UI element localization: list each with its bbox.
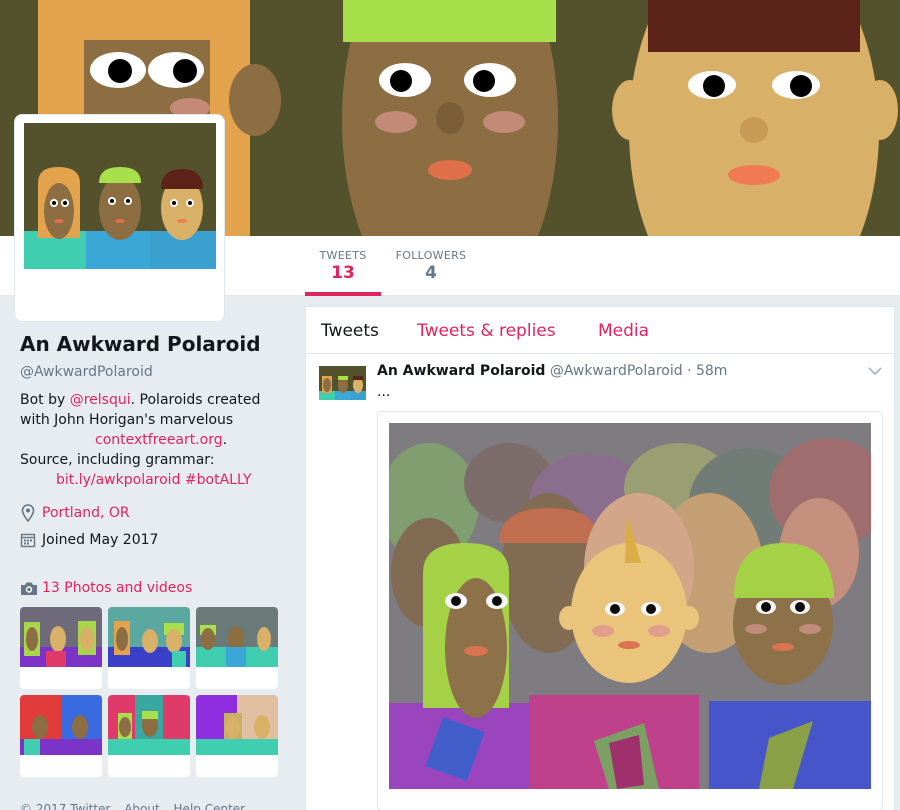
source-link[interactable]: bit.ly/awkpolaroid [56,472,180,488]
photo-thumbnail[interactable] [196,695,278,777]
profile-name[interactable]: An Awkward Polaroid [20,332,292,356]
photo-thumbnail[interactable] [108,695,190,777]
copyright-text: © 2017 Twitter [20,802,111,810]
tweet-avatar[interactable] [319,366,366,400]
followers-stat-value: 4 [425,263,437,283]
joined-row: Joined May 2017 [20,532,292,548]
timeline: Tweets Tweets & replies Media An Awkward… [305,306,895,810]
about-link[interactable]: About [124,802,159,810]
calendar-icon [20,533,36,548]
bio-text: with John Horigan's marvelous [20,412,234,428]
location-link[interactable]: Portland, OR [42,505,130,521]
photo-thumbnail[interactable] [108,607,190,689]
bio-text: . Polaroids created [130,392,261,408]
profile-avatar[interactable] [14,114,225,322]
photo-thumbnail[interactable] [20,695,102,777]
tweet-author-handle[interactable]: @AwkwardPolaroid [550,363,683,379]
profile-handle[interactable]: @AwkwardPolaroid [20,364,292,380]
tweet-text: ... [377,384,391,400]
profile-info: An Awkward Polaroid @AwkwardPolaroid Bot… [20,332,292,548]
bio-text: . [222,432,228,448]
tab-tweets[interactable]: Tweets [321,321,379,341]
avatar-image [24,123,216,269]
tweet-header: An Awkward Polaroid @AwkwardPolaroid · 5… [377,363,727,379]
author-link[interactable]: @relsqui [70,392,131,408]
help-center-link[interactable]: Help Center [174,802,246,810]
tweets-stat[interactable]: TWEETS 13 [305,236,381,296]
map-pin-icon [21,504,35,522]
tweets-stat-value: 13 [331,263,355,283]
tweet-image[interactable] [389,423,871,789]
bio-text: Source, including grammar: [20,452,215,468]
joined-date: Joined May 2017 [42,532,159,548]
tweets-stat-label: TWEETS [319,249,367,262]
photo-thumbnail[interactable] [196,607,278,689]
bio-text: Bot by [20,392,70,408]
followers-stat-label: FOLLOWERS [395,249,467,262]
site-link[interactable]: contextfreeart.org [95,432,223,448]
profile-bio: Bot by @relsqui. Polaroids created with … [20,390,292,490]
photos-link[interactable]: 13 Photos and videos [42,580,192,596]
chevron-down-icon[interactable] [868,366,882,376]
location-row: Portland, OR [20,504,292,522]
photos-header[interactable]: 13 Photos and videos [20,580,192,596]
tweet-media[interactable] [377,411,883,810]
tweet-timestamp[interactable]: 58m [696,363,727,379]
tab-tweets-replies[interactable]: Tweets & replies [417,321,556,341]
separator: · [687,363,692,379]
photo-thumbnail[interactable] [20,607,102,689]
site-footer: © 2017 Twitter About Help Center [20,802,255,810]
followers-stat[interactable]: FOLLOWERS 4 [390,236,472,296]
camera-icon [21,582,37,595]
tab-media[interactable]: Media [598,321,649,341]
timeline-tabs: Tweets Tweets & replies Media [306,307,894,354]
tweet-author-name[interactable]: An Awkward Polaroid [377,363,545,379]
hashtag-link[interactable]: #botALLY [185,472,252,488]
